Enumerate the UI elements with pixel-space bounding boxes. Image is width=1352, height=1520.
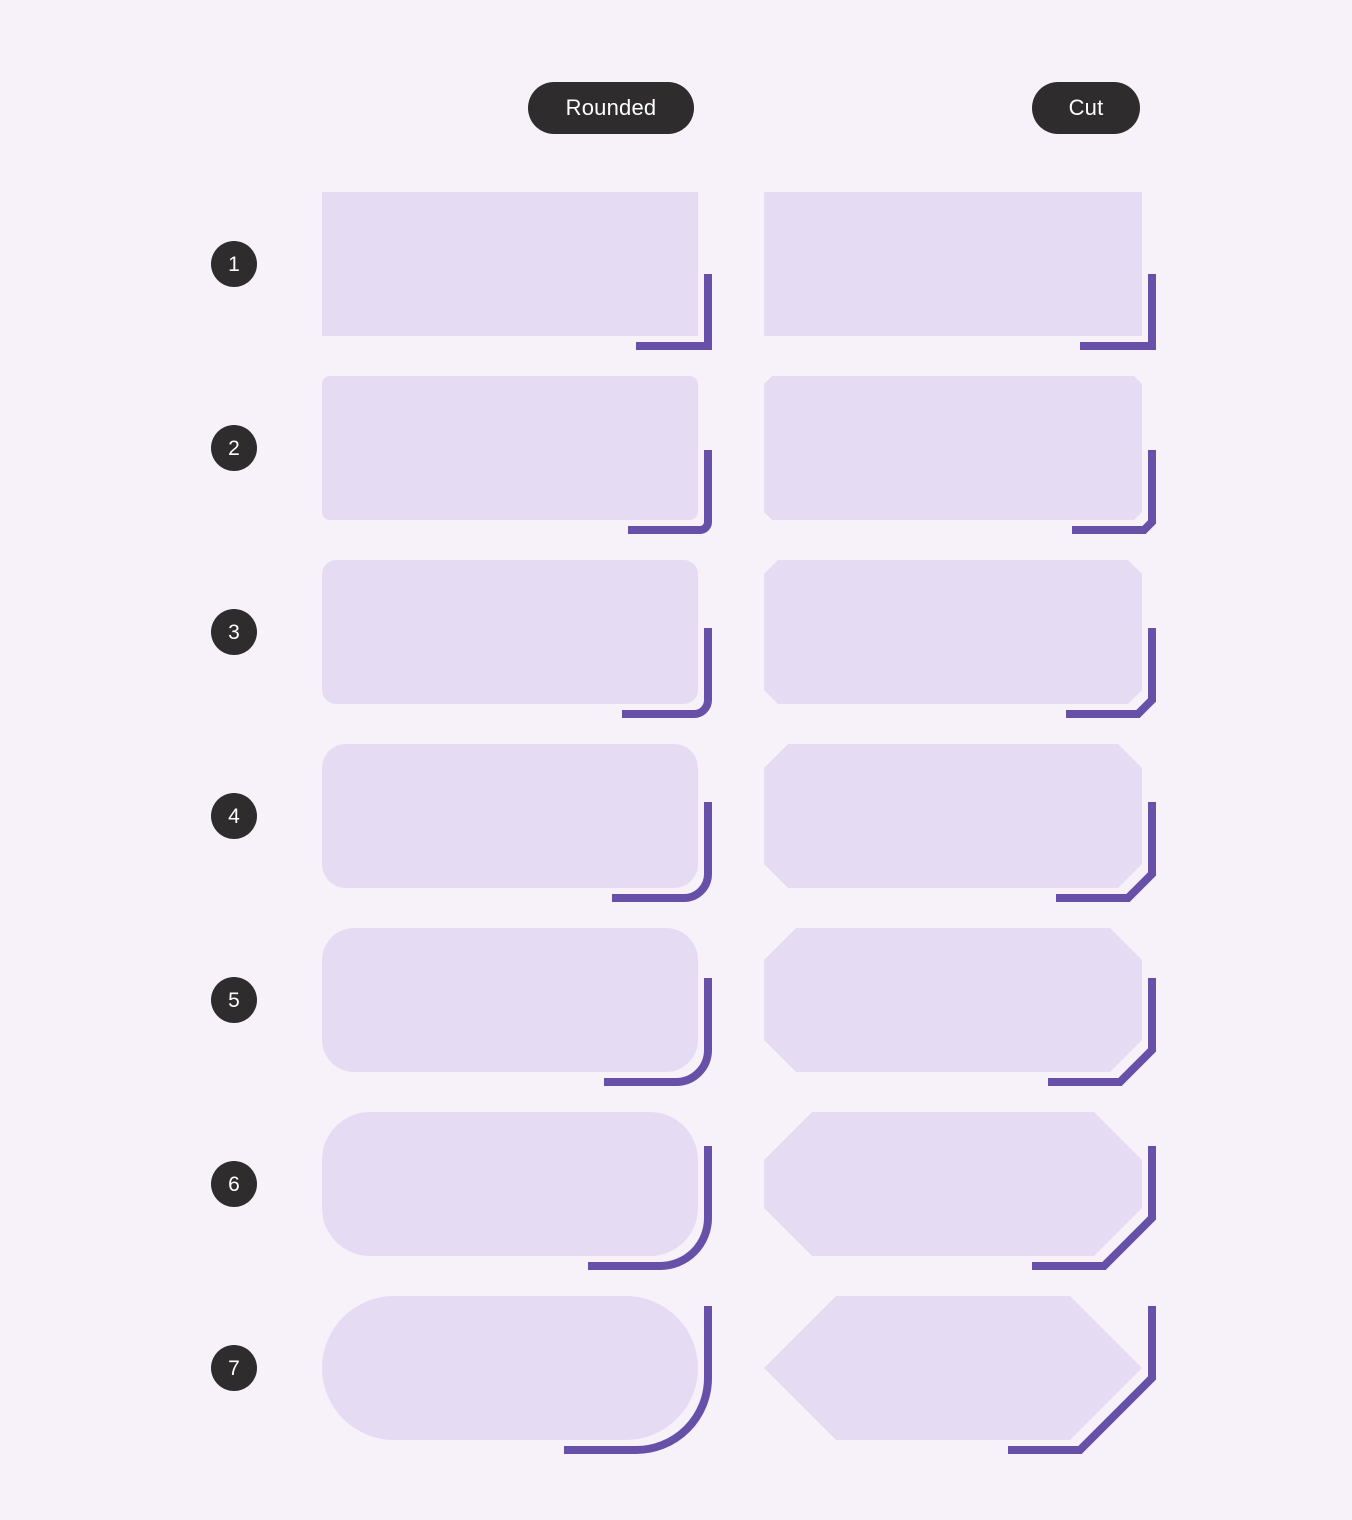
cut-card-surface — [764, 376, 1142, 520]
row-index-badge: 5 — [211, 977, 257, 1023]
rounded-card-surface — [322, 744, 698, 888]
row-index-label: 6 — [228, 1172, 240, 1196]
row-index-badge: 2 — [211, 425, 257, 471]
row-index-label: 1 — [228, 252, 240, 276]
rounded-corner-sample[interactable] — [322, 928, 712, 1086]
rounded-card-surface — [322, 560, 698, 704]
rounded-card-surface — [322, 376, 698, 520]
rounded-card-surface — [322, 192, 698, 336]
cut-corner-sample[interactable] — [764, 744, 1156, 902]
cut-corner-sample[interactable] — [764, 1112, 1156, 1270]
row-index-badge: 1 — [211, 241, 257, 287]
cut-card-surface — [764, 1296, 1142, 1440]
cut-corner-sample[interactable] — [764, 1296, 1156, 1454]
column-header-rounded-label: Rounded — [565, 95, 657, 120]
cut-card-surface — [764, 744, 1142, 888]
cut-card-surface — [764, 560, 1142, 704]
rounded-card-surface — [322, 928, 698, 1072]
row-index-label: 4 — [228, 804, 240, 828]
rounded-card-surface — [322, 1296, 698, 1440]
cut-corner-sample[interactable] — [764, 192, 1156, 350]
rounded-card-surface — [322, 1112, 698, 1256]
cut-corner-sample[interactable] — [764, 376, 1156, 534]
column-header-rounded[interactable]: Rounded — [528, 82, 694, 134]
rounded-corner-sample[interactable] — [322, 560, 712, 718]
row-index-badge: 3 — [211, 609, 257, 655]
cut-corner-sample[interactable] — [764, 560, 1156, 718]
row-index-badge: 6 — [211, 1161, 257, 1207]
row-index-badge: 4 — [211, 793, 257, 839]
cut-card-surface — [764, 928, 1142, 1072]
column-header-cut[interactable]: Cut — [1032, 82, 1140, 134]
row-index-label: 3 — [228, 620, 240, 644]
row-index-label: 7 — [228, 1356, 240, 1380]
specimen-stage: Rounded Cut 1 2 3 4 5 6 7 — [0, 0, 1352, 1520]
row-index-badge: 7 — [211, 1345, 257, 1391]
row-index-label: 5 — [228, 988, 240, 1012]
rounded-corner-sample[interactable] — [322, 744, 712, 902]
rounded-corner-sample[interactable] — [322, 1296, 712, 1454]
cut-corner-sample[interactable] — [764, 928, 1156, 1086]
rounded-corner-sample[interactable] — [322, 376, 712, 534]
rounded-corner-sample[interactable] — [322, 192, 712, 350]
rounded-corner-sample[interactable] — [322, 1112, 712, 1270]
cut-card-surface — [764, 192, 1142, 336]
row-index-label: 2 — [228, 436, 240, 460]
column-header-cut-label: Cut — [1068, 95, 1104, 120]
cut-card-surface — [764, 1112, 1142, 1256]
